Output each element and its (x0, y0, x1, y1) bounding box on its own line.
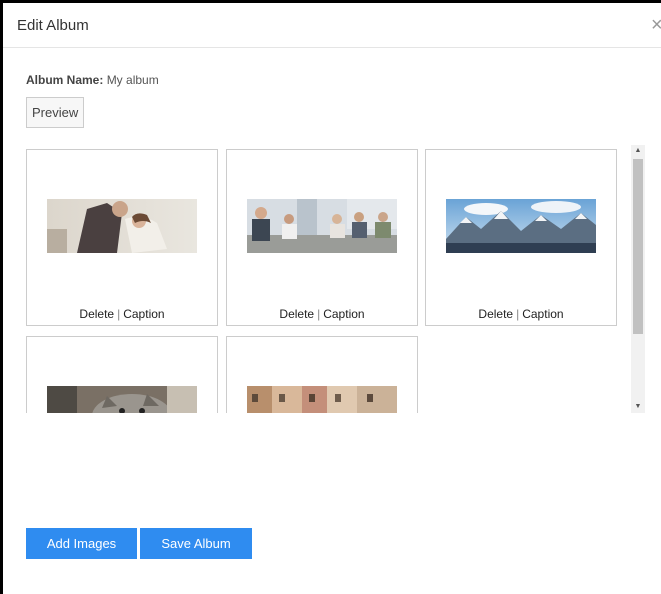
action-separator: | (516, 307, 520, 321)
action-separator: | (117, 307, 121, 321)
action-separator: | (317, 307, 321, 321)
mountain-landscape-photo[interactable] (446, 199, 596, 253)
scroll-down-arrow-icon[interactable]: ▼ (631, 401, 645, 413)
delete-link[interactable]: Delete (79, 307, 114, 321)
card-actions: Delete | Caption (227, 307, 417, 321)
scroll-up-arrow-icon[interactable]: ▲ (631, 145, 645, 157)
delete-link[interactable]: Delete (279, 307, 314, 321)
caption-link[interactable]: Caption (323, 307, 364, 321)
business-meeting-photo[interactable] (247, 199, 397, 253)
image-card (26, 336, 218, 413)
image-card: Delete | Caption (226, 149, 418, 326)
caption-link[interactable]: Caption (123, 307, 164, 321)
caption-link[interactable]: Caption (522, 307, 563, 321)
thumbnail-image (247, 386, 397, 413)
modal-header: Edit Album × (3, 3, 661, 48)
save-album-button[interactable]: Save Album (140, 528, 252, 559)
street-buildings-photo[interactable] (247, 386, 397, 413)
card-actions: Delete | Caption (27, 307, 217, 321)
cat-photo[interactable] (47, 386, 197, 413)
card-actions: Delete | Caption (426, 307, 616, 321)
album-name-value: My album (106, 73, 159, 87)
edit-album-dialog: Edit Album × Album Name: My album Previe… (3, 3, 661, 594)
image-card: Delete | Caption (26, 149, 218, 326)
scroll-thumb[interactable] (633, 159, 643, 334)
close-icon[interactable]: × (651, 15, 661, 35)
thumbnail-image (47, 199, 197, 253)
delete-link[interactable]: Delete (478, 307, 513, 321)
album-name-label: Album Name: (26, 73, 104, 87)
image-card: Delete | Caption (425, 149, 617, 326)
preview-button[interactable]: Preview (26, 97, 85, 128)
album-name-row: Album Name: My album (26, 73, 159, 87)
thumbnail-image (446, 199, 596, 253)
image-card (226, 336, 418, 413)
thumbnail-image (247, 199, 397, 253)
thumbnail-image (47, 386, 197, 413)
add-images-button[interactable]: Add Images (26, 528, 137, 559)
modal-title: Edit Album (17, 17, 89, 34)
image-gallery[interactable]: Delete | Caption Delete | Caption Delete… (26, 145, 646, 413)
wedding-couple-photo[interactable] (47, 199, 197, 253)
gallery-scrollbar[interactable]: ▲ ▼ (631, 145, 645, 413)
